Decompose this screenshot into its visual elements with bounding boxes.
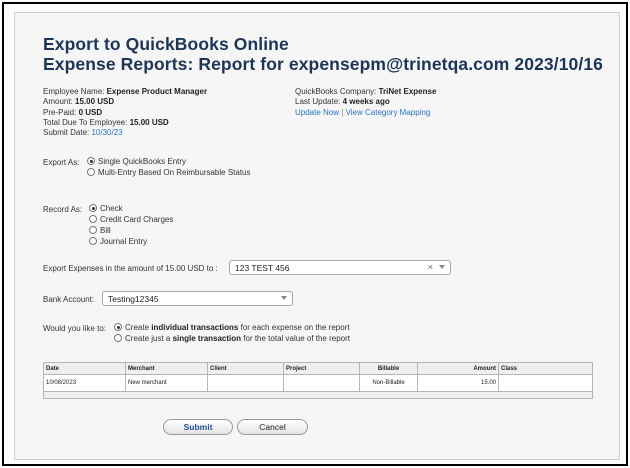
- record-as-option-journal[interactable]: Journal Entry: [89, 236, 173, 247]
- last-update-row: Last Update: 4 weeks ago: [295, 97, 390, 107]
- submit-button[interactable]: Submit: [163, 419, 233, 435]
- prepaid-row: Pre-Paid: 0 USD: [43, 107, 103, 117]
- total-due-value: 15.00 USD: [129, 117, 169, 127]
- transaction-mode-label: Would you like to:: [43, 324, 106, 333]
- cell-date: 10/08/2023: [43, 374, 126, 392]
- col-class: Class: [498, 362, 593, 375]
- col-billable: Billable: [359, 362, 418, 375]
- page-title: Export to QuickBooks Online: [43, 34, 289, 54]
- record-as-label: Record As:: [43, 205, 83, 214]
- radio-selected-icon[interactable]: [87, 157, 95, 165]
- export-as-option-single[interactable]: Single QuickBooks Entry: [87, 156, 251, 167]
- radio-empty-icon[interactable]: [89, 226, 97, 234]
- prepaid-value: 0 USD: [78, 107, 103, 117]
- cell-class: [498, 374, 593, 392]
- transaction-mode-individual[interactable]: Create individual transactions for each …: [114, 322, 350, 333]
- radio-empty-icon[interactable]: [114, 334, 122, 342]
- export-expenses-label: Export Expenses in the amount of 15.00 U…: [43, 264, 218, 273]
- cell-project: [283, 374, 360, 392]
- bank-account-label: Bank Account:: [43, 295, 95, 304]
- view-category-mapping-link[interactable]: View Category Mapping: [346, 108, 431, 117]
- cell-billable: Non-Billable: [359, 374, 418, 392]
- cell-merchant: New merchant: [125, 374, 208, 392]
- links-row: Update Now | View Category Mapping: [295, 108, 436, 118]
- cell-amount: 15.00: [417, 374, 499, 392]
- radio-selected-icon[interactable]: [89, 204, 97, 212]
- radio-empty-icon[interactable]: [89, 237, 97, 245]
- expense-table-wrap: Date Merchant Client Project Billable Am…: [43, 362, 593, 399]
- col-client: Client: [207, 362, 284, 375]
- col-merchant: Merchant: [125, 362, 208, 375]
- company-value: TriNet Expense: [378, 87, 437, 96]
- export-account-value: 123 TEST 456: [235, 263, 290, 273]
- link-separator: |: [341, 107, 344, 117]
- record-as-option-credit-card[interactable]: Credit Card Charges: [89, 214, 173, 225]
- radio-empty-icon[interactable]: [89, 215, 97, 223]
- transaction-mode-options: Create individual transactions for each …: [114, 322, 350, 344]
- col-amount: Amount: [417, 362, 499, 375]
- window-frame: Export to QuickBooks Online Expense Repo…: [2, 2, 628, 466]
- employee-name-row: Employee Name: Expense Product Manager: [43, 87, 208, 96]
- cancel-button[interactable]: Cancel: [237, 419, 308, 435]
- export-account-select[interactable]: 123 TEST 456 ×: [229, 260, 451, 275]
- chevron-down-icon[interactable]: [439, 265, 445, 269]
- last-update-value: 4 weeks ago: [342, 97, 390, 107]
- record-as-option-bill[interactable]: Bill: [89, 225, 173, 236]
- total-due-row: Total Due To Employee: 15.00 USD: [43, 117, 169, 127]
- update-now-link[interactable]: Update Now: [295, 108, 339, 117]
- submit-date-link[interactable]: 10/30/23: [91, 128, 122, 137]
- col-date: Date: [43, 362, 126, 375]
- col-project: Project: [283, 362, 360, 375]
- cell-client: [207, 374, 284, 392]
- page-subtitle: Expense Reports: Report for expensepm@tr…: [43, 54, 604, 74]
- expense-table: Date Merchant Client Project Billable Am…: [43, 362, 593, 399]
- export-as-label: Export As:: [43, 158, 80, 167]
- radio-empty-icon[interactable]: [87, 168, 95, 176]
- bank-account-value: Testing12345: [108, 294, 159, 304]
- chevron-down-icon[interactable]: [281, 296, 287, 300]
- company-row: QuickBooks Company: TriNet Expense: [295, 87, 437, 96]
- transaction-mode-single[interactable]: Create just a single transaction for the…: [114, 333, 350, 344]
- export-as-options: Single QuickBooks Entry Multi-Entry Base…: [87, 156, 251, 178]
- submit-date-row: Submit Date: 10/30/23: [43, 128, 123, 138]
- radio-selected-icon[interactable]: [114, 323, 122, 331]
- amount-row: Amount: 15.00 USD: [43, 97, 115, 107]
- table-header-row: Date Merchant Client Project Billable Am…: [43, 362, 593, 375]
- clear-icon[interactable]: ×: [428, 262, 433, 272]
- table-footer-row: [43, 391, 593, 399]
- record-as-option-check[interactable]: Check: [89, 203, 173, 214]
- record-as-options: Check Credit Card Charges Bill Journal E…: [89, 203, 173, 247]
- employee-name-value: Expense Product Manager: [106, 87, 208, 96]
- bank-account-select[interactable]: Testing12345: [102, 291, 293, 306]
- export-panel: Export to QuickBooks Online Expense Repo…: [14, 12, 620, 460]
- report-meta-left: Employee Name: Expense Product Manager A…: [43, 87, 207, 138]
- amount-value: 15.00 USD: [75, 97, 115, 107]
- table-row: 10/08/2023 New merchant Non-Billable 15.…: [43, 374, 593, 392]
- export-as-option-multi[interactable]: Multi-Entry Based On Reimbursable Status: [87, 167, 251, 178]
- report-meta-right: QuickBooks Company: TriNet Expense Last …: [295, 87, 436, 118]
